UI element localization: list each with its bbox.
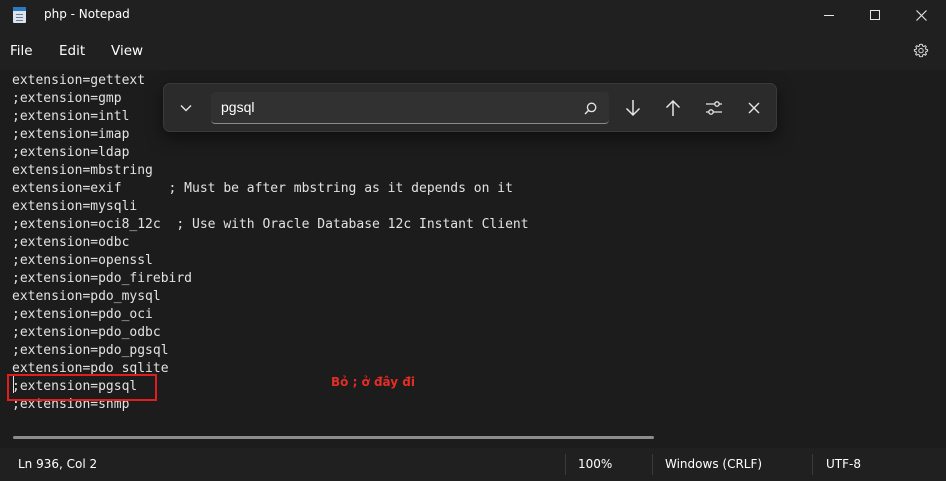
title-bar: php - Notepad: [0, 0, 946, 30]
close-find-button[interactable]: [739, 93, 769, 123]
search-icon[interactable]: [581, 99, 599, 117]
code-line: ;extension=ldap: [12, 145, 130, 160]
find-input-box: [211, 92, 609, 124]
code-line: ;extension=pdo_firebird: [12, 271, 193, 286]
magnifier-glyph: [584, 102, 596, 114]
cursor-position: Ln 936, Col 2: [18, 457, 98, 471]
code-line: extension=exif ; Must be after mbstring …: [12, 181, 513, 196]
code-line: ;extension=odbc: [12, 235, 130, 250]
menu-edit[interactable]: Edit: [59, 43, 85, 59]
annotation-highlight-box: [7, 374, 157, 401]
zoom-level: 100%: [578, 457, 613, 471]
code-line: ;extension=oci8_12c ; Use with Oracle Da…: [12, 217, 529, 232]
find-panel: [163, 83, 777, 132]
code-line: ;extension=pdo_odbc: [12, 325, 161, 340]
code-line: ;extension=imap: [12, 127, 130, 142]
find-previous-button[interactable]: [658, 93, 688, 123]
code-line: ;extension=gmp: [12, 91, 122, 106]
arrow-down-icon: [625, 100, 641, 117]
status-divider: [812, 454, 813, 475]
status-divider: [565, 454, 566, 475]
line-ending: Windows (CRLF): [665, 457, 763, 471]
sliders-icon: [706, 101, 722, 115]
annotation-text: Bỏ ; ở đây đi: [331, 375, 415, 389]
menu-view[interactable]: View: [111, 43, 143, 59]
find-next-button[interactable]: [618, 93, 648, 123]
code-line: extension=gettext: [12, 73, 146, 88]
maximize-icon: [870, 10, 880, 20]
chevron-down-icon: [180, 105, 192, 112]
horizontal-scrollbar[interactable]: [13, 436, 654, 439]
arrow-up-icon: [665, 99, 681, 116]
notepad-app-icon: [13, 7, 26, 23]
close-window-button[interactable]: [898, 0, 944, 30]
menu-bar: File Edit View: [0, 30, 946, 70]
close-icon: [748, 102, 760, 114]
minimize-button[interactable]: [806, 0, 852, 30]
find-options-button[interactable]: [699, 93, 729, 123]
code-line: extension=pdo_mysql: [12, 289, 161, 304]
code-line: extension=mbstring: [12, 163, 153, 178]
encoding: UTF-8: [826, 457, 861, 471]
gear-icon: [913, 43, 929, 58]
minimize-icon: [824, 14, 834, 16]
settings-button[interactable]: [910, 40, 932, 62]
code-line: ;extension=openssl: [12, 253, 153, 268]
find-input[interactable]: [221, 98, 571, 116]
window-title: php - Notepad: [44, 7, 130, 21]
status-divider: [652, 454, 653, 475]
code-line: ;extension=pdo_pgsql: [12, 343, 169, 358]
toggle-replace-button[interactable]: [171, 93, 201, 123]
code-line: ;extension=intl: [12, 109, 130, 124]
code-line: extension=mysqli: [12, 199, 138, 214]
close-icon: [915, 9, 927, 21]
code-line: ;extension=pdo_oci: [12, 307, 153, 322]
status-bar: Ln 936, Col 2 100% Windows (CRLF) UTF-8: [0, 448, 946, 481]
maximize-button[interactable]: [852, 0, 898, 30]
menu-file[interactable]: File: [10, 43, 33, 59]
